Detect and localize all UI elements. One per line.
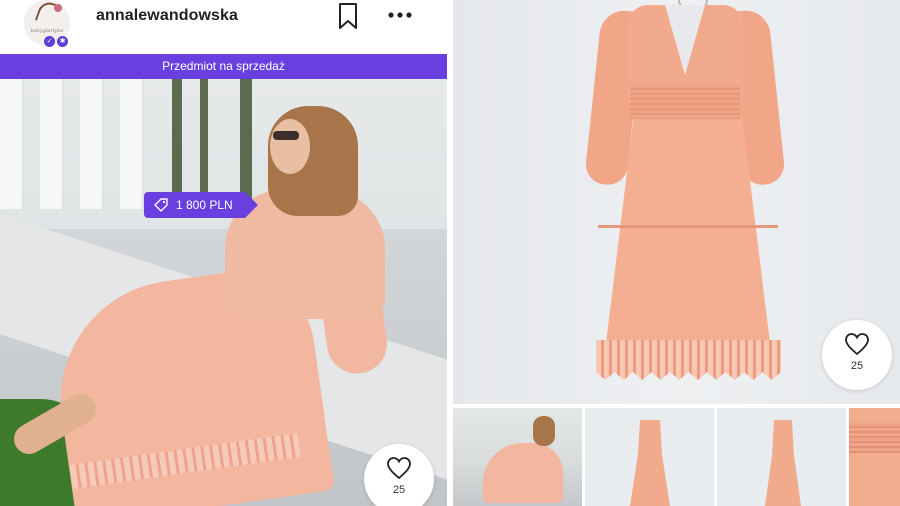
avatar-logo-text: babyglarlyne — [30, 28, 64, 34]
dress-lace-hem — [596, 340, 781, 380]
heart-icon — [845, 333, 869, 356]
verified-badge-icon: ✓ — [44, 36, 55, 47]
thumbnail[interactable] — [453, 408, 582, 506]
tag-icon — [154, 198, 168, 212]
dress-smocked-waist — [630, 85, 740, 119]
thumbnail-hair — [533, 416, 555, 446]
background-foliage — [240, 79, 252, 199]
price-tag[interactable]: 1 800 PLN — [144, 192, 258, 218]
thumbnail-strip — [453, 408, 900, 506]
gallery-panel: 25 — [453, 0, 900, 506]
dress-tier-seam — [598, 225, 778, 228]
post-header: babyglarlyne ✓ ✱ annalewandowska — [0, 0, 447, 54]
wall-column — [0, 79, 22, 209]
screen: babyglarlyne ✓ ✱ annalewandowska Przedmi… — [0, 0, 900, 506]
thumbnail-dress — [483, 443, 563, 503]
thumbnail[interactable] — [585, 408, 714, 506]
wall-column — [120, 79, 142, 209]
background-foliage — [172, 79, 182, 199]
username[interactable]: annalewandowska — [96, 7, 238, 25]
avatar-flower-graphic — [54, 4, 62, 12]
like-button[interactable]: 25 — [822, 320, 892, 390]
background-foliage — [200, 79, 208, 199]
price-text: 1 800 PLN — [176, 198, 233, 212]
thumbnail[interactable] — [849, 408, 900, 506]
like-count: 25 — [850, 360, 864, 372]
thumbnail-dress — [765, 420, 801, 506]
thumbnail-dress — [630, 420, 670, 506]
heart-icon — [387, 457, 411, 480]
user-badges: ✓ ✱ — [44, 36, 68, 47]
more-icon[interactable] — [385, 5, 415, 25]
wall-column — [80, 79, 102, 209]
gear-badge-icon: ✱ — [57, 36, 68, 47]
bookmark-icon[interactable] — [336, 2, 360, 30]
sunglasses — [273, 131, 299, 140]
thumbnail[interactable] — [717, 408, 846, 506]
post-photo[interactable] — [0, 79, 447, 506]
thumbnail-fabric-detail — [849, 423, 900, 453]
post-panel: babyglarlyne ✓ ✱ annalewandowska Przedmi… — [0, 0, 447, 506]
dress-v-neck — [665, 5, 705, 75]
wall-column — [40, 79, 62, 209]
for-sale-banner: Przedmiot na sprzedaż — [0, 54, 447, 79]
face — [270, 119, 310, 174]
like-button[interactable]: 25 — [364, 444, 434, 506]
like-count: 25 — [392, 484, 406, 496]
